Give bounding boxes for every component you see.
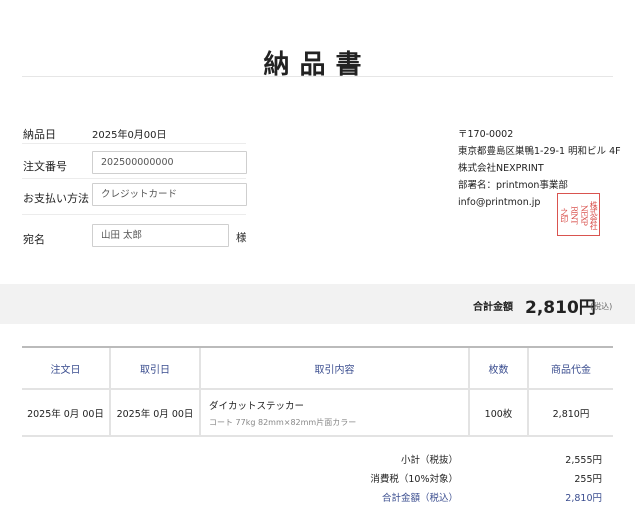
addressee-field[interactable]: 山田 太郎 (92, 224, 229, 247)
form-divider (22, 178, 246, 179)
seal-column: RINT (569, 205, 579, 224)
form-divider (22, 143, 246, 144)
tax-value: 255円 (574, 474, 602, 485)
grand-total-value: 2,810円 (565, 493, 602, 504)
sender-address: 東京都豊島区巣鴨1-29-1 明和ビル 4F (458, 146, 621, 157)
form-divider (22, 214, 246, 215)
sender-company: 株式会社NEXPRINT (458, 163, 544, 174)
delivery-date-label: 納品日 (23, 128, 56, 141)
grand-total-label: 合計金額（税込） (381, 493, 458, 504)
cell-trade-date: 2025年 0月 00日 (109, 389, 200, 437)
table-row: 2025年 0月 00日 2025年 0月 00日 ダイカットステッカー コート… (22, 389, 613, 437)
payment-method-field[interactable]: クレジットカード (92, 183, 247, 206)
payment-method-label: お支払い方法 (23, 192, 89, 205)
cell-description: ダイカットステッカー コート 77kg 82mm×82mm片面カラー (199, 389, 469, 437)
item-detail: コート 77kg 82mm×82mm片面カラー (209, 417, 357, 427)
header-description: 取引内容 (199, 346, 469, 390)
subtotal-value: 2,555円 (565, 455, 602, 466)
total-tax-note: (税込) (590, 302, 613, 311)
tax-label: 消費税（10%対象） (370, 474, 458, 485)
subtotal-label: 小計（税抜） (400, 455, 458, 466)
delivery-date-value: 2025年0月00日 (92, 130, 167, 141)
company-seal-stamp: 之印 RINT NEXP 株式会社 (557, 193, 600, 236)
header-quantity: 枚数 (468, 346, 528, 390)
cell-price: 2,810円 (527, 389, 613, 437)
cell-quantity: 100枚 (468, 389, 528, 437)
addressee-label: 宛名 (23, 233, 45, 246)
header-order-date: 注文日 (22, 346, 110, 390)
sender-postal: 〒170-0002 (458, 129, 514, 140)
cell-order-date: 2025年 0月 00日 (22, 389, 110, 437)
item-name: ダイカットステッカー (209, 400, 305, 412)
header-price: 商品代金 (527, 346, 613, 390)
honorific-text: 様 (236, 232, 247, 244)
items-table: 注文日 取引日 取引内容 枚数 商品代金 2025年 0月 00日 2025年 … (22, 346, 613, 437)
order-number-field[interactable]: 202500000000 (92, 151, 247, 174)
header-trade-date: 取引日 (109, 346, 200, 390)
seal-column: 之印 (559, 207, 569, 222)
seal-column: NEXP (579, 204, 589, 225)
seal-column: 株式会社 (589, 200, 599, 229)
sender-department: 部署名：printmon事業部 (458, 180, 568, 191)
total-amount-value: 2,810円 (525, 298, 596, 318)
order-number-label: 注文番号 (23, 160, 67, 173)
table-header-row: 注文日 取引日 取引内容 枚数 商品代金 (22, 346, 613, 390)
title-divider (22, 76, 613, 77)
total-amount-label: 合計金額 (473, 302, 513, 313)
